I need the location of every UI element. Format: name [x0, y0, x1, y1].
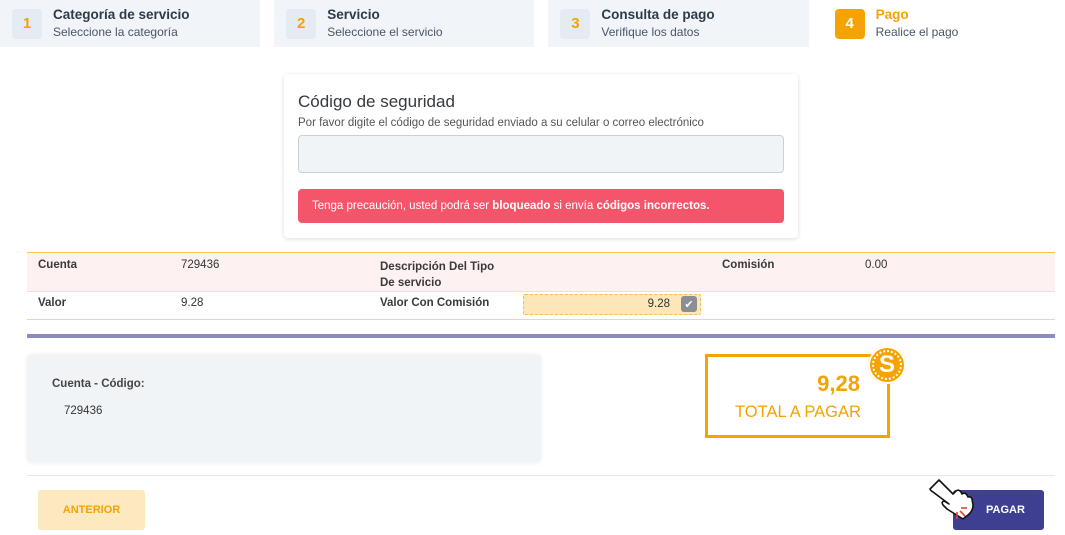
- step-subtitle: Realice el pago: [875, 25, 959, 39]
- total-label: TOTAL A PAGAR: [735, 403, 861, 421]
- step-pago[interactable]: 4 Pago Realice el pago: [822, 0, 1065, 47]
- account-code-value: 729436: [64, 405, 103, 417]
- cuenta-value: 729436: [181, 259, 220, 271]
- total-amount: 9,28: [817, 371, 860, 396]
- descripcion-label: Descripción Del Tipo De servicio: [380, 259, 494, 291]
- alert-text: si envía: [550, 200, 597, 212]
- step-number: 2: [286, 8, 317, 39]
- table-row: Cuenta 729436 Descripción Del Tipo De se…: [27, 252, 1055, 291]
- step-number: 4: [834, 8, 865, 39]
- alert-bold-blocked: bloqueado: [492, 200, 551, 212]
- step-number: 1: [12, 8, 42, 39]
- account-info-panel: Cuenta - Código: 729436: [27, 354, 541, 462]
- previous-button[interactable]: ANTERIOR: [38, 490, 145, 530]
- valor-label: Valor: [38, 297, 67, 309]
- step-subtitle: Verifique los datos: [601, 25, 700, 39]
- step-categoria[interactable]: 1 Categoría de servicio Seleccione la ca…: [0, 0, 261, 47]
- step-title: Pago: [875, 7, 909, 22]
- pointing-hand-icon: [929, 479, 974, 520]
- comision-label: Comisión: [722, 259, 775, 271]
- descripcion-label-line1: Descripción Del Tipo: [380, 261, 495, 273]
- valor-comision-field[interactable]: 9.28: [523, 294, 701, 315]
- alert-text: Tenga precaución, usted podrá ser: [312, 200, 493, 212]
- alert-bold-codes: códigos incorrectos: [596, 200, 707, 212]
- step-title: Consulta de pago: [601, 7, 715, 22]
- check-icon[interactable]: ✔: [681, 296, 697, 312]
- step-title: Categoría de servicio: [53, 7, 190, 22]
- payment-details-table: Cuenta 729436 Descripción Del Tipo De se…: [27, 252, 1055, 320]
- coin-symbol: S: [878, 351, 895, 378]
- total-to-pay-box: 9,28 TOTAL A PAGAR: [705, 354, 890, 438]
- security-code-card: Código de seguridad Por favor digite el …: [284, 74, 798, 238]
- security-title: Código de seguridad: [298, 92, 455, 111]
- dollar-coin-icon: S: [868, 346, 906, 384]
- security-description: Por favor digite el código de seguridad …: [298, 117, 704, 129]
- step-subtitle: Seleccione el servicio: [327, 25, 443, 39]
- step-servicio[interactable]: 2 Servicio Seleccione el servicio: [274, 0, 535, 47]
- cuenta-label: Cuenta: [38, 259, 77, 271]
- step-title: Servicio: [327, 7, 380, 22]
- table-row: Valor 9.28 Valor Con Comisión 9.28 ✔: [27, 291, 1055, 320]
- valor-comision-label: Valor Con Comisión: [380, 297, 490, 309]
- footer-divider: [27, 475, 1055, 476]
- alert-text: .: [706, 200, 710, 212]
- account-code-label: Cuenta - Código:: [52, 378, 145, 390]
- security-code-input[interactable]: [298, 135, 784, 173]
- security-alert: Tenga precaución, usted podrá ser bloque…: [298, 189, 784, 223]
- comision-value: 0.00: [865, 259, 888, 271]
- step-number: 3: [560, 8, 591, 39]
- descripcion-label-line2: De servicio: [380, 277, 442, 289]
- section-divider: [27, 334, 1055, 338]
- stepper: 1 Categoría de servicio Seleccione la ca…: [0, 0, 1065, 47]
- step-subtitle: Seleccione la categoría: [53, 25, 178, 39]
- valor-value: 9.28: [181, 297, 204, 309]
- step-consulta[interactable]: 3 Consulta de pago Verifique los datos: [548, 0, 809, 47]
